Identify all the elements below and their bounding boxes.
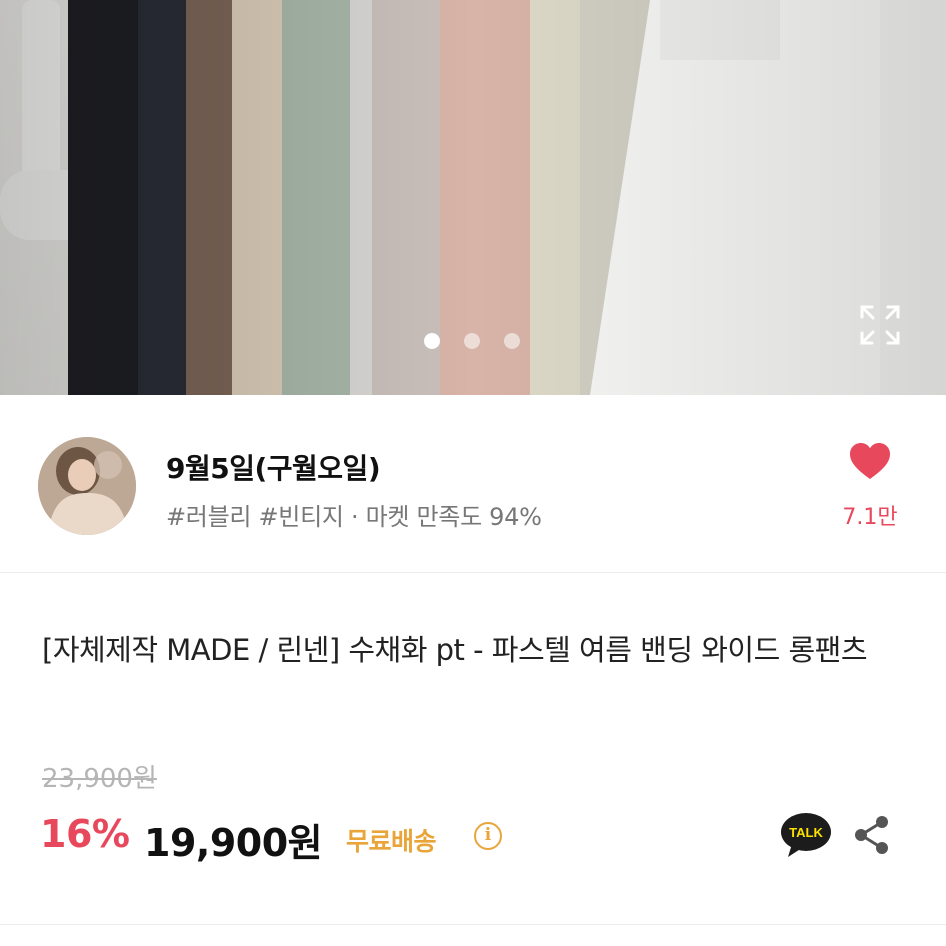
carousel-indicator [0,332,946,350]
shop-avatar[interactable] [38,437,136,535]
carousel-dot-2[interactable] [464,333,480,349]
shop-tags: #러블리 #빈티지 · 마켓 만족도 94% [166,503,542,531]
shop-info[interactable]: 9월5일(구월오일) #러블리 #빈티지 · 마켓 만족도 94% 7.1만 [0,395,946,573]
info-icon[interactable]: i [474,822,502,850]
heart-icon[interactable] [850,443,890,481]
favorite-button[interactable]: 7.1만 [830,443,910,533]
carousel-dot-3[interactable] [504,333,520,349]
kakao-talk-button[interactable]: TALK [780,812,832,858]
price-row: 16% 19,900원 무료배송 i TALK [40,810,910,865]
free-shipping-badge: 무료배송 [346,827,437,856]
discount-rate: 16% [40,812,130,856]
original-price: 23,900원 [42,764,157,794]
divider [0,924,946,925]
favorite-count: 7.1만 [842,505,898,530]
product-title: [자체제작 MADE / 린넨] 수채화 pt - 파스텔 여름 밴딩 와이드 … [42,633,868,667]
product-image-carousel[interactable] [0,0,946,395]
shop-name[interactable]: 9월5일(구월오일) [166,447,381,487]
share-icon[interactable] [852,814,892,856]
svg-text:TALK: TALK [789,825,823,840]
carousel-dot-1[interactable] [424,333,440,349]
sale-price: 19,900원 [144,821,323,865]
talk-icon: TALK [781,813,831,857]
expand-icon[interactable] [858,303,902,347]
